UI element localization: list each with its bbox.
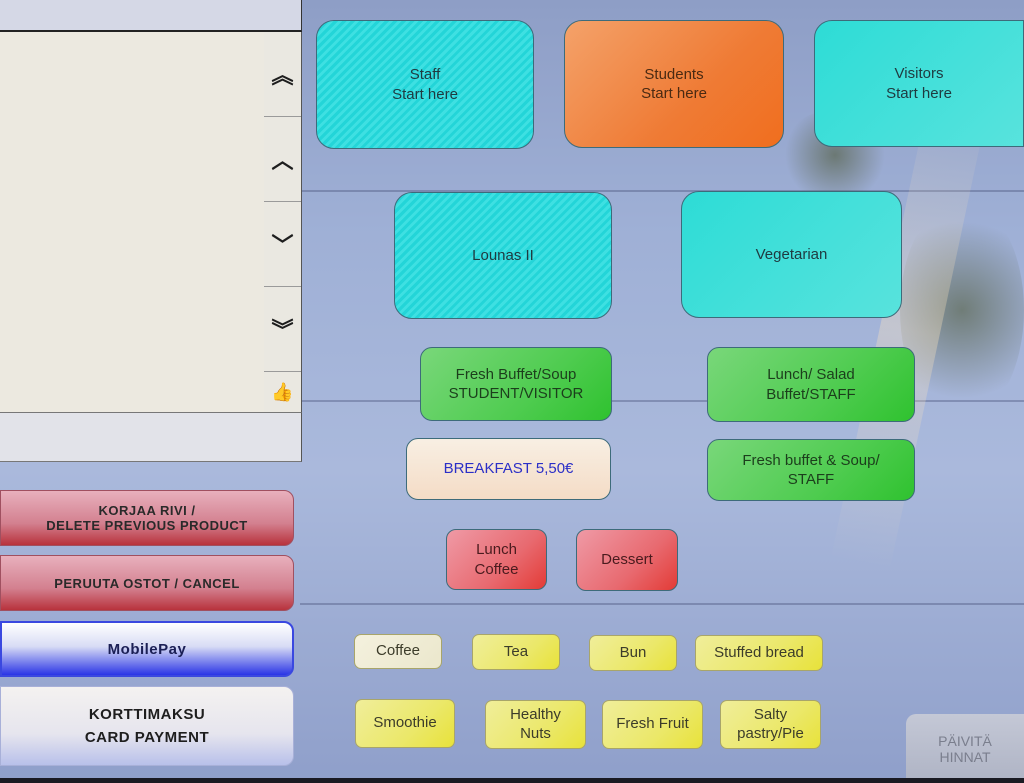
healthy-nuts-button[interactable]: Healthy Nuts	[485, 700, 586, 749]
confirm-button[interactable]: 👍	[264, 372, 301, 412]
button-label: MobilePay	[107, 640, 187, 658]
tile-label: Visitors	[894, 65, 944, 82]
tile-label: pastry/Pie	[737, 724, 804, 742]
cancel-purchase-button[interactable]: PERUUTA OSTOT / CANCEL	[0, 555, 294, 611]
header-bar	[0, 0, 302, 32]
receipt-scroll-controls: ︽ ︿ ﹀ ︾ 👍	[264, 32, 302, 412]
tile-label: Salty	[753, 705, 788, 723]
tile-label: Start here	[641, 85, 707, 102]
breakfast-button[interactable]: BREAKFAST 5,50€	[406, 438, 611, 500]
tile-label: Lunch/ Salad	[767, 366, 855, 383]
button-label: KORJAA RIVI /	[98, 503, 196, 518]
scroll-bottom-button[interactable]: ︾	[264, 287, 301, 372]
double-chevron-up-icon: ︽	[271, 63, 294, 88]
lunch-coffee-button[interactable]: Lunch Coffee	[446, 529, 547, 590]
tile-label: STUDENT/VISITOR	[448, 385, 584, 402]
bun-button[interactable]: Bun	[589, 635, 677, 671]
fresh-buffet-student-visitor-button[interactable]: Fresh Buffet/Soup STUDENT/VISITOR	[420, 347, 612, 421]
tile-label: Coffee	[474, 560, 519, 578]
students-start-button[interactable]: Students Start here	[564, 20, 784, 148]
tile-label: Coffee	[376, 642, 420, 660]
tile-label: Buffet/STAFF	[766, 385, 856, 403]
fresh-fruit-button[interactable]: Fresh Fruit	[602, 700, 703, 749]
chevron-down-icon: ﹀	[271, 233, 294, 258]
update-prices-button[interactable]: PÄIVITÄ HINNAT	[906, 714, 1024, 783]
tile-label: Healthy	[510, 705, 561, 723]
receipt-list	[0, 32, 264, 412]
tile-label: Dessert	[601, 551, 653, 569]
scroll-top-button[interactable]: ︽	[264, 32, 301, 117]
scroll-down-button[interactable]: ﹀	[264, 202, 301, 287]
tile-label: Smoothie	[373, 714, 437, 732]
double-chevron-down-icon: ︾	[271, 318, 294, 343]
tile-label: Tea	[503, 642, 529, 660]
chevron-up-icon: ︿	[271, 148, 294, 173]
tea-button[interactable]: Tea	[472, 634, 560, 670]
button-label: PERUUTA OSTOT / CANCEL	[54, 575, 240, 591]
button-label: HINNAT	[939, 749, 991, 765]
tile-label: Start here	[886, 84, 952, 102]
button-label: KORTTIMAKSU	[88, 706, 206, 723]
tile-label: Staff	[409, 66, 441, 83]
stuffed-bread-button[interactable]: Stuffed bread	[695, 635, 823, 671]
button-label: CARD PAYMENT	[84, 729, 210, 746]
coffee-button[interactable]: Coffee	[354, 634, 442, 669]
tile-label: STAFF	[787, 471, 835, 488]
tile-label: Lounas II	[472, 246, 534, 264]
tile-label: Students	[644, 65, 704, 83]
tile-label: Fresh Buffet/Soup	[455, 365, 577, 383]
tile-label: Bun	[619, 643, 647, 661]
vegetarian-button[interactable]: Vegetarian	[681, 191, 902, 318]
smoothie-button[interactable]: Smoothie	[355, 699, 455, 748]
lunch-salad-buffet-staff-button[interactable]: Lunch/ Salad Buffet/STAFF	[707, 347, 915, 422]
lounas-ii-button[interactable]: Lounas II	[394, 192, 612, 319]
card-payment-button[interactable]: KORTTIMAKSU CARD PAYMENT	[0, 686, 294, 766]
mobilepay-button[interactable]: MobilePay	[0, 621, 294, 677]
total-bar	[0, 412, 302, 462]
dessert-button[interactable]: Dessert	[576, 529, 678, 591]
salty-pastry-pie-button[interactable]: Salty pastry/Pie	[720, 700, 821, 749]
scroll-up-button[interactable]: ︿	[264, 117, 301, 202]
button-label: DELETE PREVIOUS PRODUCT	[46, 518, 248, 533]
tile-label: Nuts	[520, 724, 551, 742]
button-label: PÄIVITÄ	[938, 733, 992, 749]
staff-start-button[interactable]: Staff Start here	[316, 20, 534, 149]
background-plank-line	[300, 603, 1024, 605]
visitors-start-button[interactable]: Visitors Start here	[814, 20, 1024, 147]
thumbs-up-icon: 👍	[271, 381, 294, 402]
tile-label: Vegetarian	[755, 245, 828, 263]
tile-label: Fresh Fruit	[616, 715, 689, 733]
fresh-buffet-soup-staff-button[interactable]: Fresh buffet & Soup/ STAFF	[707, 439, 915, 501]
screen-bezel	[0, 778, 1024, 783]
delete-previous-product-button[interactable]: KORJAA RIVI / DELETE PREVIOUS PRODUCT	[0, 490, 294, 546]
tile-label: Fresh buffet & Soup/	[742, 451, 880, 469]
tile-label: Stuffed bread	[714, 643, 804, 661]
tile-label: BREAKFAST 5,50€	[443, 460, 574, 478]
tile-label: Start here	[392, 85, 458, 103]
tile-label: Lunch	[476, 541, 517, 558]
